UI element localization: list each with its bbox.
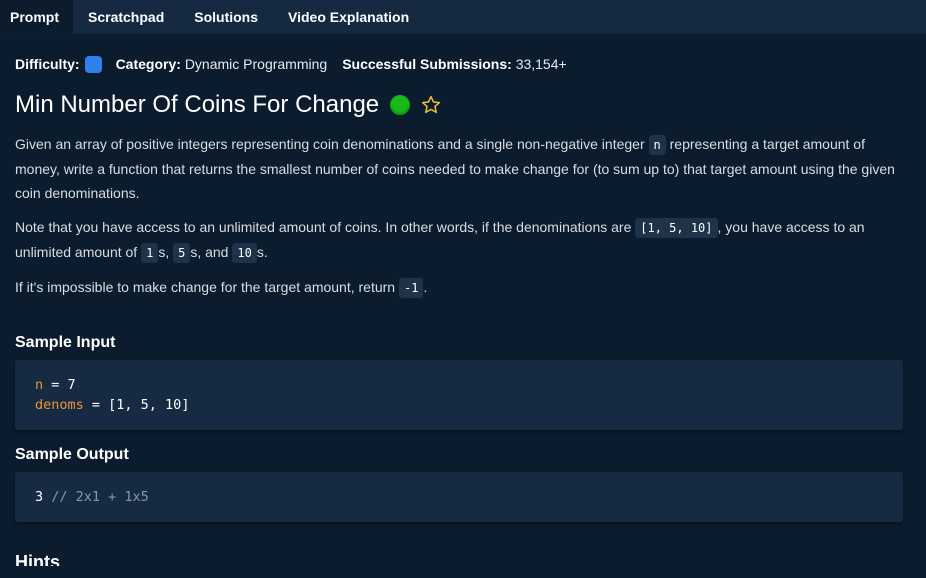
- description-text: Given an array of positive integers repr…: [15, 136, 649, 152]
- code-line: 3 // 2x1 + 1x5: [35, 487, 883, 507]
- description-text: s,: [158, 244, 174, 260]
- description-text: s.: [256, 244, 268, 260]
- star-icon[interactable]: [420, 94, 442, 116]
- tab-solutions[interactable]: Solutions: [179, 0, 273, 33]
- code-line: n = 7: [35, 375, 883, 395]
- code-text: 3: [35, 489, 44, 505]
- difficulty-badge: [84, 55, 102, 73]
- prompt-content: Difficulty: Category: Dynamic Programmin…: [15, 34, 903, 566]
- title-row: Min Number Of Coins For Change: [15, 89, 903, 121]
- description-text: Note that you have access to an unlimite…: [15, 219, 636, 235]
- description-paragraph-3: If it's impossible to make change for th…: [15, 275, 903, 300]
- inline-code: 5: [173, 243, 191, 263]
- description-text: .: [423, 279, 428, 295]
- description-paragraph-2: Note that you have access to an unlimite…: [15, 215, 903, 265]
- question-meta: Difficulty: Category: Dynamic Programmin…: [15, 55, 903, 73]
- sample-input-code[interactable]: n = 7 denoms = [1, 5, 10]: [15, 360, 903, 430]
- category-value: Dynamic Programming: [184, 56, 328, 72]
- code-line: denoms = [1, 5, 10]: [35, 395, 883, 415]
- page-title: Min Number Of Coins For Change: [15, 91, 380, 118]
- tab-scratchpad[interactable]: Scratchpad: [73, 0, 179, 33]
- description-text: s, and: [190, 244, 233, 260]
- code-comment: // 2x1 + 1x5: [43, 489, 149, 505]
- inline-code: 10: [232, 243, 257, 263]
- tab-video-explanation[interactable]: Video Explanation: [273, 0, 424, 33]
- code-variable: denoms: [35, 397, 84, 413]
- sample-input-heading: Sample Input: [15, 334, 116, 351]
- code-variable: n: [35, 377, 44, 393]
- sample-output-heading: Sample Output: [15, 446, 129, 463]
- inline-code: -1: [398, 278, 424, 298]
- description-paragraph-1: Given an array of positive integers repr…: [15, 132, 903, 205]
- description-text: If it's impossible to make change for th…: [15, 279, 399, 295]
- submissions-label: Successful Submissions:: [342, 56, 512, 72]
- inline-code: 1: [141, 243, 159, 263]
- sample-output-code[interactable]: 3 // 2x1 + 1x5: [15, 472, 903, 522]
- difficulty-label: Difficulty:: [15, 56, 80, 72]
- code-text: = [1, 5, 10]: [83, 397, 190, 413]
- code-text: = 7: [43, 377, 76, 393]
- inline-code: n: [648, 135, 666, 155]
- completed-status-icon: [390, 95, 411, 115]
- inline-code: [1, 5, 10]: [635, 218, 718, 238]
- category-label: Category:: [115, 56, 181, 72]
- submissions-value: 33,154+: [515, 56, 567, 72]
- hints-heading[interactable]: Hints: [15, 552, 903, 566]
- tab-prompt[interactable]: Prompt: [0, 0, 73, 33]
- tab-bar: Prompt Scratchpad Solutions Video Explan…: [0, 0, 926, 34]
